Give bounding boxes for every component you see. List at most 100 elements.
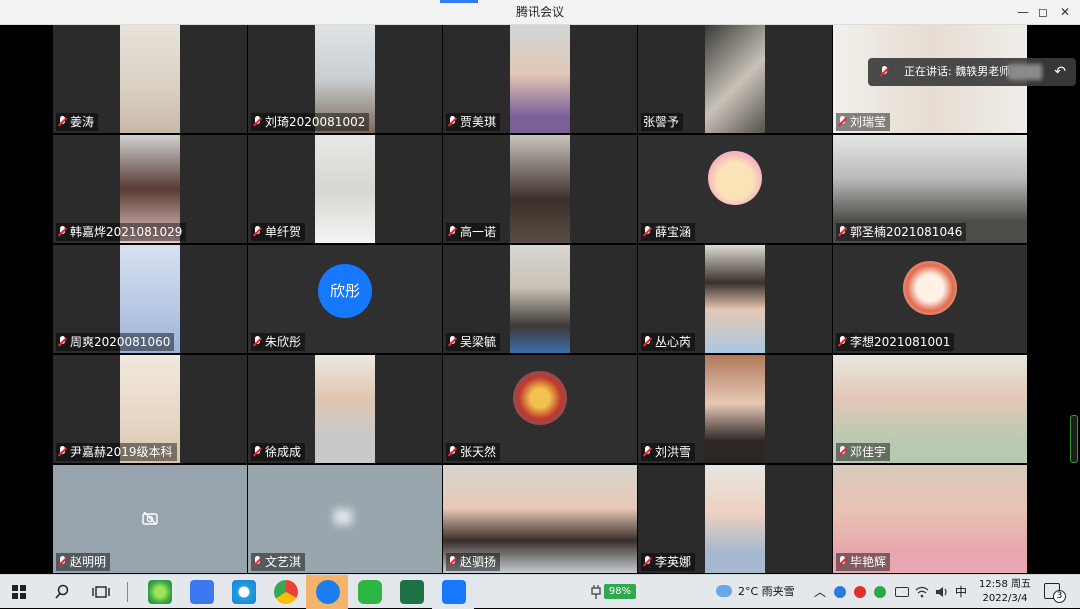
participant-tile[interactable]: 张謦予 [638, 25, 832, 133]
notification-count: 3 [1053, 590, 1066, 603]
participant-tile[interactable]: 文艺淇 [248, 465, 442, 573]
participant-tile[interactable]: 吴梁毓 [443, 245, 637, 353]
participant-name: 张天然 [460, 445, 497, 459]
participant-name: 吴梁毓 [460, 335, 497, 349]
participant-tile[interactable]: 姜涛 [53, 25, 247, 133]
participant-tile[interactable]: 赵明明 [53, 465, 247, 573]
chrome-icon[interactable] [274, 580, 298, 604]
close-button[interactable]: ✕ [1054, 3, 1076, 21]
edge-browser-icon[interactable] [232, 580, 256, 604]
input-method-indicator[interactable]: 中 [955, 575, 967, 609]
mic-muted-icon [643, 446, 652, 458]
tray-app-icon[interactable] [874, 586, 886, 598]
participant-name: 高一诺 [460, 225, 497, 239]
participant-tile[interactable]: 尹嘉赫2019级本科 [53, 355, 247, 463]
browser-ie-icon[interactable] [148, 580, 172, 604]
video-stage: 姜涛 刘琦2020081002 贾美琪 张謦予 刘瑞莹 韩嘉烨202108102… [0, 25, 1080, 574]
mic-muted-icon [838, 226, 847, 238]
participant-tile[interactable]: 李想2021081001 [833, 245, 1027, 353]
wifi-icon[interactable] [915, 585, 929, 599]
participant-name: 毕艳辉 [850, 555, 887, 569]
participant-name: 薛宝涵 [655, 225, 692, 239]
wechat-icon[interactable] [358, 580, 382, 604]
avatar: 欣彤 [318, 264, 372, 318]
video-feed [705, 355, 765, 463]
camera-off-icon [142, 511, 158, 525]
participant-tile[interactable]: 韩嘉烨2021081029 [53, 135, 247, 243]
mic-muted-icon [448, 556, 457, 568]
participant-tile[interactable]: 赵驷扬 [443, 465, 637, 573]
tencent-meeting-icon[interactable] [442, 580, 466, 604]
mic-muted-icon [643, 556, 652, 568]
participant-tile[interactable]: 李英娜 [638, 465, 832, 573]
volume-icon[interactable] [935, 585, 949, 599]
tray-app-icon[interactable] [854, 586, 866, 598]
participant-name: 赵驷扬 [460, 555, 497, 569]
participant-tile[interactable]: 徐成成 [248, 355, 442, 463]
maximize-button[interactable]: ◻ [1032, 3, 1054, 21]
blurred-name [1008, 64, 1042, 80]
mic-muted-icon [838, 556, 847, 568]
window-title: 腾讯会议 [515, 5, 564, 19]
title-bar: 腾讯会议 — ◻ ✕ [0, 0, 1080, 25]
mic-muted-icon [253, 226, 262, 238]
taskbar-divider [127, 582, 128, 602]
participant-name: 刘洪雪 [655, 445, 692, 459]
grid-scrollbar[interactable] [1070, 415, 1078, 463]
mic-muted-icon [643, 226, 652, 238]
search-icon[interactable] [54, 584, 70, 600]
mic-muted-icon [448, 446, 457, 458]
mic-muted-icon [253, 336, 262, 348]
participant-tile[interactable]: 毕艳辉 [833, 465, 1027, 573]
mic-muted-icon [838, 446, 847, 458]
participant-tile[interactable]: 丛心芮 [638, 245, 832, 353]
excel-icon[interactable] [400, 580, 424, 604]
video-feed [120, 25, 180, 133]
mic-muted-icon [58, 556, 67, 568]
notification-icon[interactable]: 3 [1044, 583, 1066, 603]
wps-icon[interactable] [190, 580, 214, 604]
participant-name: 徐成成 [265, 445, 302, 459]
participant-name: 丛心芮 [655, 335, 692, 349]
task-view-icon[interactable] [92, 584, 110, 600]
participant-tile[interactable]: 欣彤 朱欣彤 [248, 245, 442, 353]
mic-muted-icon [448, 116, 457, 128]
clock[interactable]: 12:58 周五 2022/3/4 [978, 578, 1032, 606]
participant-name: 姜涛 [70, 115, 95, 129]
participant-tile[interactable]: 郭圣楠2021081046 [833, 135, 1027, 243]
participant-tile[interactable]: 刘洪雪 [638, 355, 832, 463]
weather-text[interactable]: 2°C 雨夹雪 [738, 575, 795, 609]
tray-app-icon[interactable] [834, 586, 846, 598]
participant-tile[interactable]: 单纤贺 [248, 135, 442, 243]
video-feed [315, 355, 375, 463]
mic-muted-icon [253, 556, 262, 568]
feishu-icon[interactable] [316, 580, 340, 604]
clock-time: 12:58 周五 [979, 579, 1031, 590]
battery-tray-icon[interactable] [895, 587, 909, 597]
chevron-up-icon[interactable]: ︿ [814, 575, 826, 609]
avatar [903, 261, 957, 315]
windows-start-icon[interactable] [12, 585, 26, 599]
participant-tile[interactable]: 高一诺 [443, 135, 637, 243]
participant-tile[interactable]: 张天然 [443, 355, 637, 463]
participant-tile[interactable]: 薛宝涵 [638, 135, 832, 243]
participant-tile[interactable]: 邓佳宇 [833, 355, 1027, 463]
mic-muted-icon [643, 336, 652, 348]
participant-name: 郭圣楠2021081046 [850, 225, 963, 239]
participant-tile[interactable]: 刘琦2020081002 [248, 25, 442, 133]
participant-name: 刘瑞莹 [850, 115, 887, 129]
mic-muted-icon [253, 116, 262, 128]
video-feed [705, 465, 765, 573]
video-feed [705, 25, 765, 133]
participant-tile[interactable]: 贾美琪 [443, 25, 637, 133]
clock-date: 2022/3/4 [982, 593, 1028, 604]
participant-tile[interactable]: 周爽2020081060 [53, 245, 247, 353]
participant-name: 张謦予 [643, 115, 680, 129]
participant-name: 李想2021081001 [850, 335, 951, 349]
mic-muted-icon [58, 226, 67, 238]
participant-name: 单纤贺 [265, 225, 302, 239]
minimize-button[interactable]: — [1012, 3, 1034, 21]
mic-muted-icon [58, 336, 67, 348]
participant-name: 文艺淇 [265, 555, 302, 569]
back-arrow-icon[interactable]: ↶ [1054, 58, 1066, 86]
